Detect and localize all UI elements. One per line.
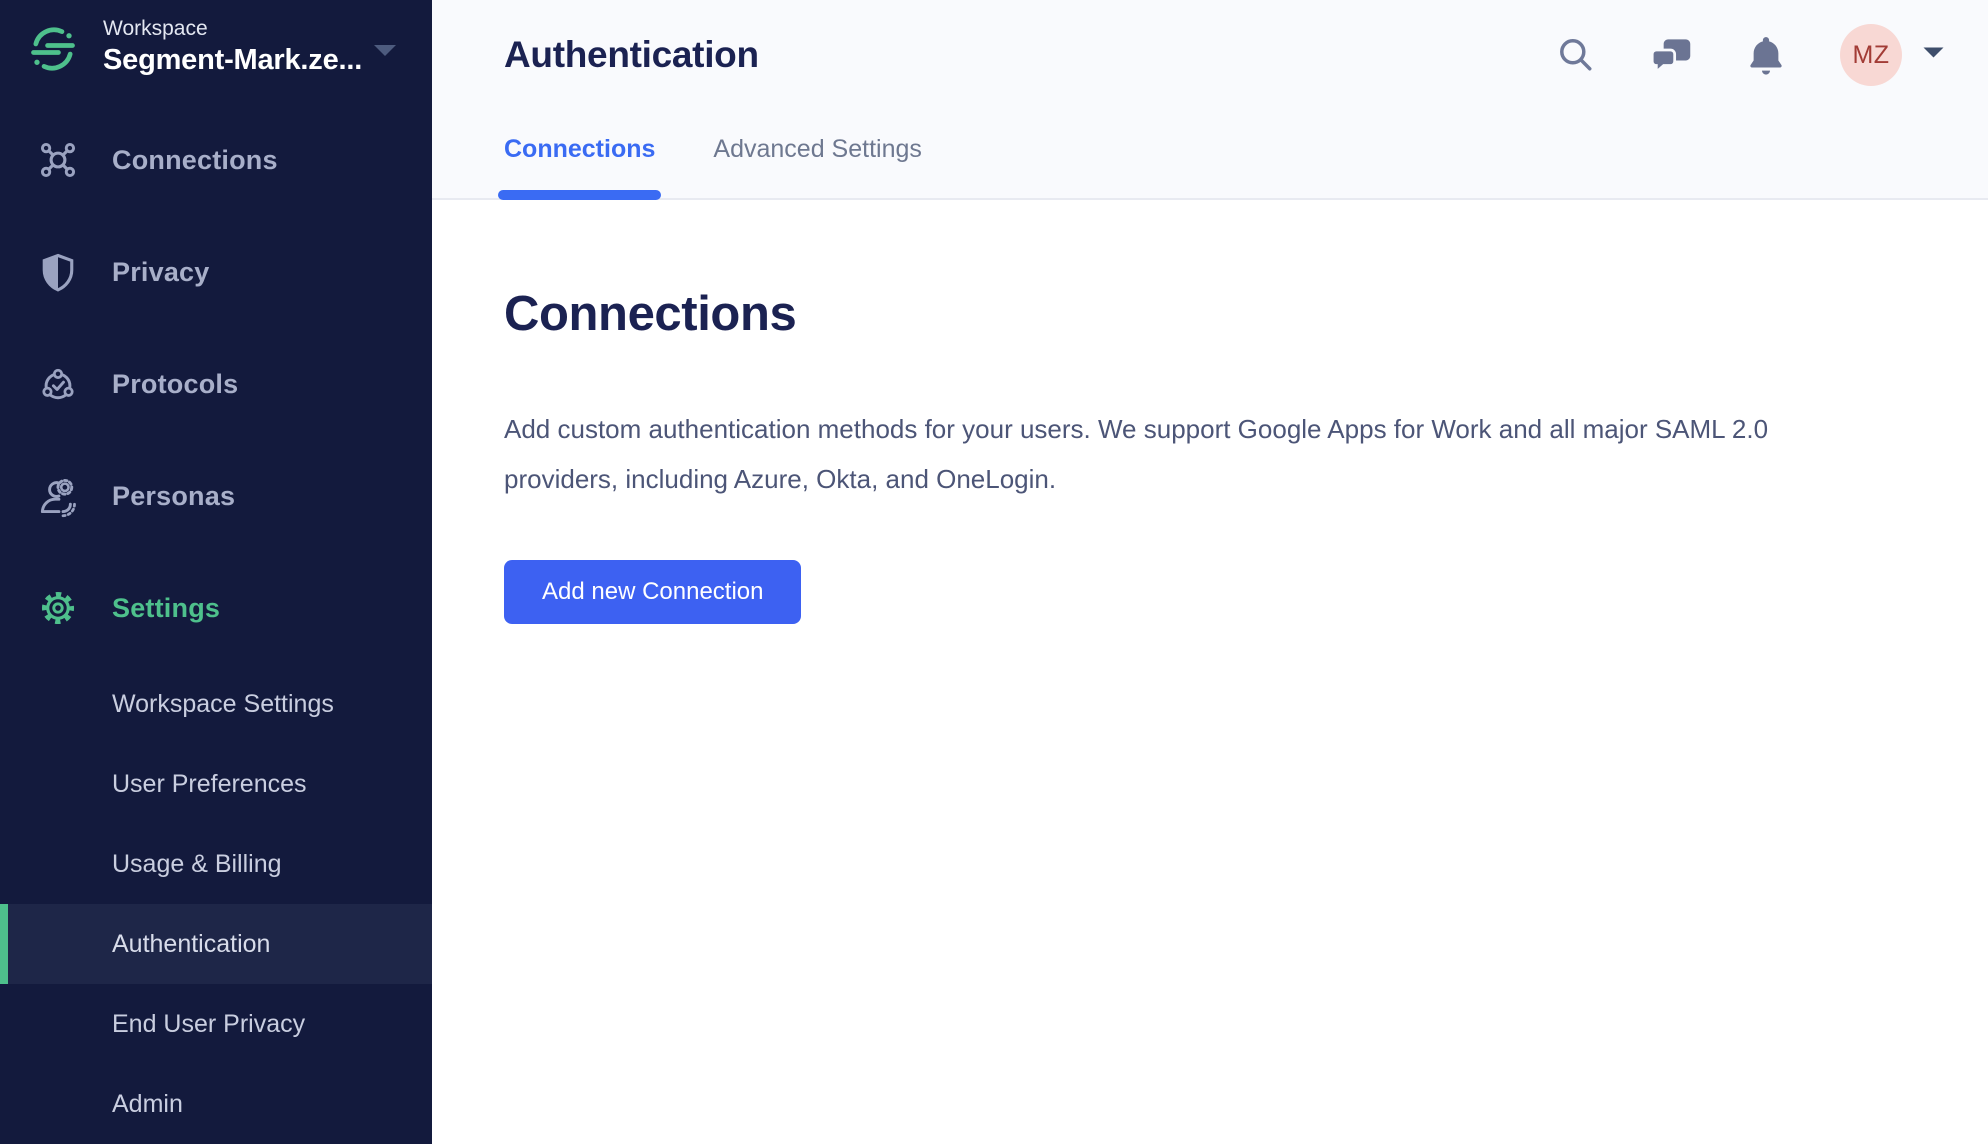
section-description: Add custom authentication methods for yo…: [504, 404, 1916, 504]
chevron-down-icon[interactable]: [1922, 46, 1945, 65]
chat-icon: [1649, 65, 1693, 80]
page-header: Authentication: [432, 0, 1988, 200]
workspace-name: Segment-Mark.ze...: [103, 43, 362, 78]
sidebar: Workspace Segment-Mark.ze...: [0, 0, 432, 1144]
segment-logo-icon: [28, 24, 78, 79]
description-line: Add custom authentication methods for yo…: [504, 404, 1916, 454]
sidebar-item-user-preferences[interactable]: User Preferences: [0, 744, 432, 824]
main-content: Connections Add custom authentication me…: [432, 202, 1988, 1144]
sidebar-item-usage-billing[interactable]: Usage & Billing: [0, 824, 432, 904]
sidebar-item-label: Protocols: [112, 369, 238, 400]
avatar-initials: MZ: [1852, 41, 1889, 70]
avatar[interactable]: MZ: [1840, 24, 1902, 86]
sidebar-item-admin[interactable]: Admin: [0, 1064, 432, 1144]
notifications-button[interactable]: [1744, 33, 1788, 77]
chevron-down-icon[interactable]: [372, 43, 398, 63]
sub-item-label: End User Privacy: [112, 1010, 305, 1039]
sidebar-item-personas[interactable]: Personas: [0, 440, 432, 552]
sidebar-item-connections[interactable]: Connections: [0, 104, 432, 216]
privacy-shield-icon: [36, 250, 80, 294]
tab-advanced-settings[interactable]: Advanced Settings: [713, 135, 921, 200]
search-button[interactable]: [1554, 33, 1598, 77]
page-title: Authentication: [504, 34, 759, 76]
sub-item-label: Authentication: [112, 930, 270, 959]
workspace-label: Workspace: [103, 15, 362, 43]
sub-item-label: Workspace Settings: [112, 690, 334, 719]
bell-icon: [1744, 65, 1788, 80]
sidebar-item-label: Connections: [112, 145, 278, 176]
sidebar-item-label: Privacy: [112, 257, 209, 288]
tab-bar: Connections Advanced Settings: [504, 135, 980, 200]
sidebar-nav: Connections Privacy: [0, 104, 432, 664]
topbar-actions: MZ: [1554, 22, 1945, 88]
description-line: providers, including Azure, Okta, and On…: [504, 454, 1916, 504]
personas-icon: [36, 474, 80, 518]
sub-item-label: User Preferences: [112, 770, 307, 799]
sidebar-item-label: Settings: [112, 593, 220, 624]
sidebar-item-authentication[interactable]: Authentication: [0, 904, 432, 984]
sidebar-item-label: Personas: [112, 481, 235, 512]
section-heading: Connections: [504, 286, 1916, 342]
sidebar-item-privacy[interactable]: Privacy: [0, 216, 432, 328]
sidebar-item-workspace-settings[interactable]: Workspace Settings: [0, 664, 432, 744]
sub-item-label: Usage & Billing: [112, 850, 282, 879]
sidebar-item-protocols[interactable]: Protocols: [0, 328, 432, 440]
protocols-icon: [36, 362, 80, 406]
search-icon: [1554, 65, 1598, 80]
settings-subnav: Workspace Settings User Preferences Usag…: [0, 664, 432, 1144]
tab-label: Advanced Settings: [713, 135, 921, 163]
sidebar-item-settings[interactable]: Settings: [0, 552, 432, 664]
workspace-text: Workspace Segment-Mark.ze...: [103, 15, 362, 78]
add-new-connection-button[interactable]: Add new Connection: [504, 560, 801, 624]
chat-button[interactable]: [1649, 33, 1693, 77]
gear-icon: [36, 586, 80, 630]
app-root: Workspace Segment-Mark.ze...: [0, 0, 1988, 1144]
sidebar-item-end-user-privacy[interactable]: End User Privacy: [0, 984, 432, 1064]
active-tab-underline: [498, 190, 661, 200]
connections-icon: [36, 138, 80, 182]
tab-connections[interactable]: Connections: [504, 135, 655, 200]
sub-item-label: Admin: [112, 1090, 183, 1119]
tab-label: Connections: [504, 135, 655, 163]
workspace-switcher[interactable]: Workspace Segment-Mark.ze...: [0, 0, 432, 104]
